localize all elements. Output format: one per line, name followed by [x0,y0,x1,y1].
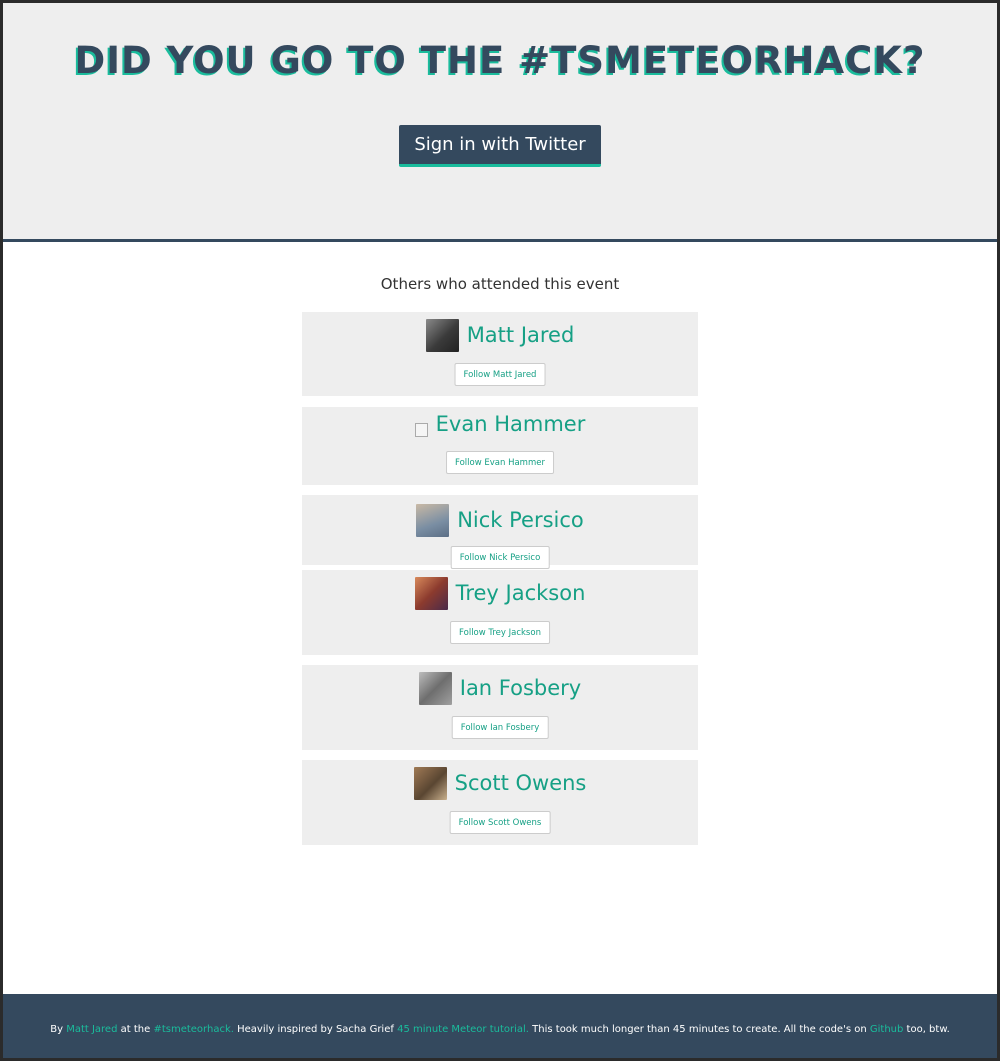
attendee-name[interactable]: Scott Owens [455,771,587,795]
footer: By Matt Jared at the #tsmeteorhack. Heav… [3,994,997,1058]
footer-rest-text: This took much longer than 45 minutes to… [532,1024,867,1035]
avatar [414,576,448,610]
attendee-name[interactable]: Trey Jackson [456,581,586,605]
attendee-header: Evan Hammer [302,409,698,439]
attendee-name[interactable]: Ian Fosbery [460,676,581,700]
footer-at-text: at the [120,1024,151,1035]
footer-text: By Matt Jared at the #tsmeteorhack. Heav… [3,1024,997,1035]
follow-button[interactable]: Follow Trey Jackson [450,621,550,644]
footer-by-text: By [50,1024,63,1035]
footer-end-text: too, btw. [906,1024,950,1035]
attendee-card: Nick Persico Follow Nick Persico [302,495,698,569]
sign-in-with-twitter-button[interactable]: Sign in with Twitter [399,125,601,167]
follow-button[interactable]: Follow Ian Fosbery [451,716,549,739]
attendee-card: Ian Fosbery Follow Ian Fosbery [302,665,698,750]
follow-button[interactable]: Follow Evan Hammer [446,451,554,474]
avatar [413,766,447,800]
attendee-card: Evan Hammer Follow Evan Hammer [302,407,698,485]
attendee-name[interactable]: Evan Hammer [436,412,586,436]
attendee-card: Trey Jackson Follow Trey Jackson [302,570,698,655]
attendee-header: Ian Fosbery [302,671,698,705]
author-link[interactable]: Matt Jared [66,1024,117,1035]
avatar [418,671,452,705]
follow-button[interactable]: Follow Scott Owens [449,811,551,834]
attendee-header: Matt Jared [302,318,698,352]
attendee-name[interactable]: Matt Jared [467,323,575,347]
page-title: DID YOU GO TO THE #TSMETEORHACK? [74,39,926,82]
hero-section: DID YOU GO TO THE #TSMETEORHACK? Sign in… [3,3,997,242]
attendee-header: Nick Persico [302,503,698,537]
event-hashtag-link[interactable]: #tsmeteorhack. [153,1024,233,1035]
attendee-header: Scott Owens [302,766,698,800]
follow-button[interactable]: Follow Matt Jared [454,363,546,386]
footer-inspired-text: Heavily inspired by Sacha Grief [237,1024,394,1035]
tutorial-link[interactable]: 45 minute Meteor tutorial. [397,1024,529,1035]
page: DID YOU GO TO THE #TSMETEORHACK? Sign in… [3,3,997,1058]
attendee-card: Matt Jared Follow Matt Jared [302,312,698,396]
attendee-header: Trey Jackson [302,576,698,610]
follow-button[interactable]: Follow Nick Persico [450,546,550,569]
attendee-name[interactable]: Nick Persico [457,508,584,532]
attendee-card: Scott Owens Follow Scott Owens [302,760,698,845]
avatar [416,503,450,537]
attendees-heading: Others who attended this event [380,275,620,293]
broken-image-icon [414,423,428,437]
github-link[interactable]: Github [870,1024,903,1035]
avatar [425,318,459,352]
